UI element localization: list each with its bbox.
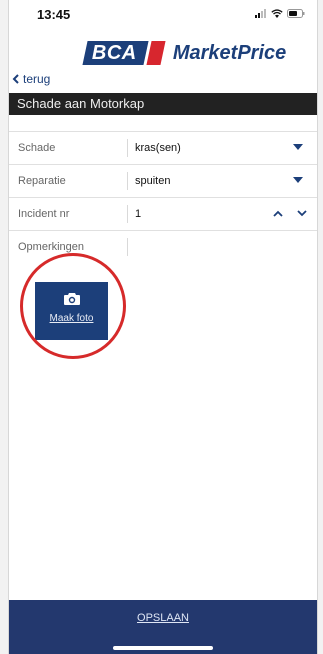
- back-button[interactable]: terug: [12, 72, 50, 86]
- battery-icon: [287, 9, 305, 18]
- logo-bca-box: BCA: [82, 41, 149, 65]
- incident-label: Incident nr: [18, 208, 70, 220]
- back-label: terug: [23, 72, 51, 86]
- page-title: Schade aan Motorkap: [17, 96, 145, 111]
- logo-red-stripe: [146, 41, 166, 65]
- caret-down-icon[interactable]: [293, 177, 303, 183]
- caret-down-icon[interactable]: [293, 144, 303, 150]
- logo-marketprice-text: MarketPrice: [172, 41, 287, 64]
- incident-stepper[interactable]: [271, 205, 309, 221]
- schade-row[interactable]: Schade kras(sen): [9, 131, 317, 164]
- reparatie-label: Reparatie: [18, 175, 66, 187]
- reparatie-select[interactable]: spuiten: [128, 175, 317, 187]
- status-bar: 13:45: [9, 0, 317, 30]
- bca-marketprice-logo: BCA MarketPrice: [82, 40, 287, 66]
- opmerkingen-label: Opmerkingen: [18, 241, 85, 253]
- chevron-up-icon[interactable]: [271, 205, 285, 221]
- schade-select[interactable]: kras(sen): [128, 142, 317, 154]
- page-title-bar: Schade aan Motorkap: [9, 93, 317, 115]
- highlight-circle: [20, 253, 126, 359]
- schade-label: Schade: [18, 142, 56, 154]
- status-time: 13:45: [37, 7, 71, 22]
- footer-bar: OPSLAAN: [9, 600, 317, 654]
- incident-row: Incident nr 1: [9, 197, 317, 230]
- phone-screen: 13:45 BCA MarketPrice terug Schade aan M…: [8, 0, 318, 654]
- row-separator: [127, 238, 128, 256]
- wifi-icon: [271, 9, 283, 18]
- signal-icon: [255, 9, 266, 18]
- chevron-left-icon: [12, 74, 19, 84]
- damage-form: Schade kras(sen) Reparatie spuiten Incid…: [9, 131, 317, 263]
- chevron-down-icon[interactable]: [295, 205, 309, 221]
- home-indicator: [113, 646, 213, 650]
- reparatie-row[interactable]: Reparatie spuiten: [9, 164, 317, 197]
- save-button[interactable]: OPSLAAN: [137, 612, 189, 624]
- logo-bca-text: BCA: [92, 41, 137, 64]
- status-icons: [255, 9, 305, 18]
